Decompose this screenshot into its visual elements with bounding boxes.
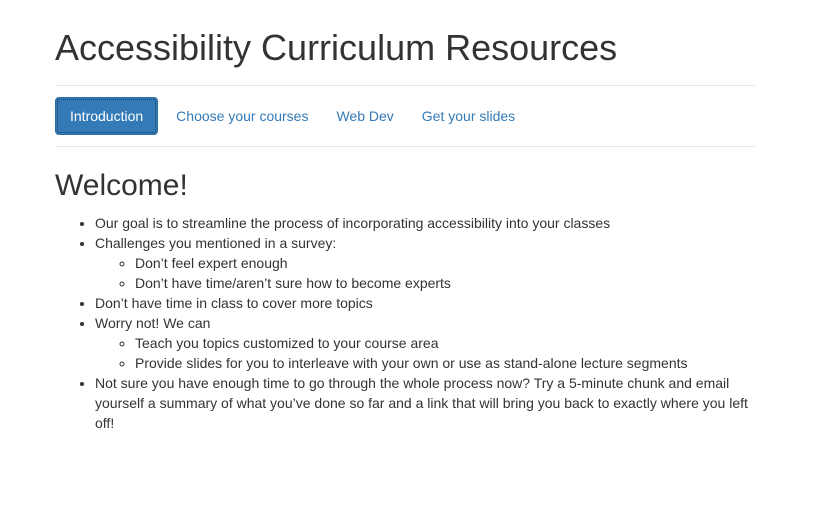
tab-introduction[interactable]: Introduction (55, 97, 159, 135)
tab-get-your-slides[interactable]: Get your slides (408, 97, 529, 135)
list-item: Our goal is to streamline the process of… (95, 213, 755, 233)
sub-list-item: Don’t have time/aren’t sure how to becom… (135, 273, 755, 293)
sub-list-item: Provide slides for you to interleave wit… (135, 353, 755, 373)
section-heading: Welcome! (55, 169, 188, 202)
list-item: Worry not! We can Teach you topics custo… (95, 313, 755, 373)
nav-pills: Introduction Choose your courses Web Dev… (55, 86, 755, 146)
sub-list: Don’t feel expert enough Don’t have time… (95, 253, 755, 293)
sub-list-item: Teach you topics customized to your cour… (135, 333, 755, 353)
list-item-text: Worry not! We can (95, 315, 211, 331)
list-item-text: Challenges you mentioned in a survey: (95, 235, 337, 251)
page-title: Accessibility Curriculum Resources (55, 27, 618, 68)
list-item: Not sure you have enough time to go thro… (95, 373, 755, 433)
welcome-list: Our goal is to streamline the process of… (55, 213, 755, 433)
sub-list: Teach you topics customized to your cour… (95, 333, 755, 373)
tab-choose-your-courses[interactable]: Choose your courses (162, 97, 322, 135)
tab-web-dev[interactable]: Web Dev (322, 97, 407, 135)
list-item: Don’t have time in class to cover more t… (95, 293, 755, 313)
list-item: Challenges you mentioned in a survey: Do… (95, 233, 755, 293)
tab-navigation: Introduction Choose your courses Web Dev… (55, 86, 755, 146)
sub-list-item: Don’t feel expert enough (135, 253, 755, 273)
page-container: Accessibility Curriculum Resources Intro… (55, 0, 755, 433)
